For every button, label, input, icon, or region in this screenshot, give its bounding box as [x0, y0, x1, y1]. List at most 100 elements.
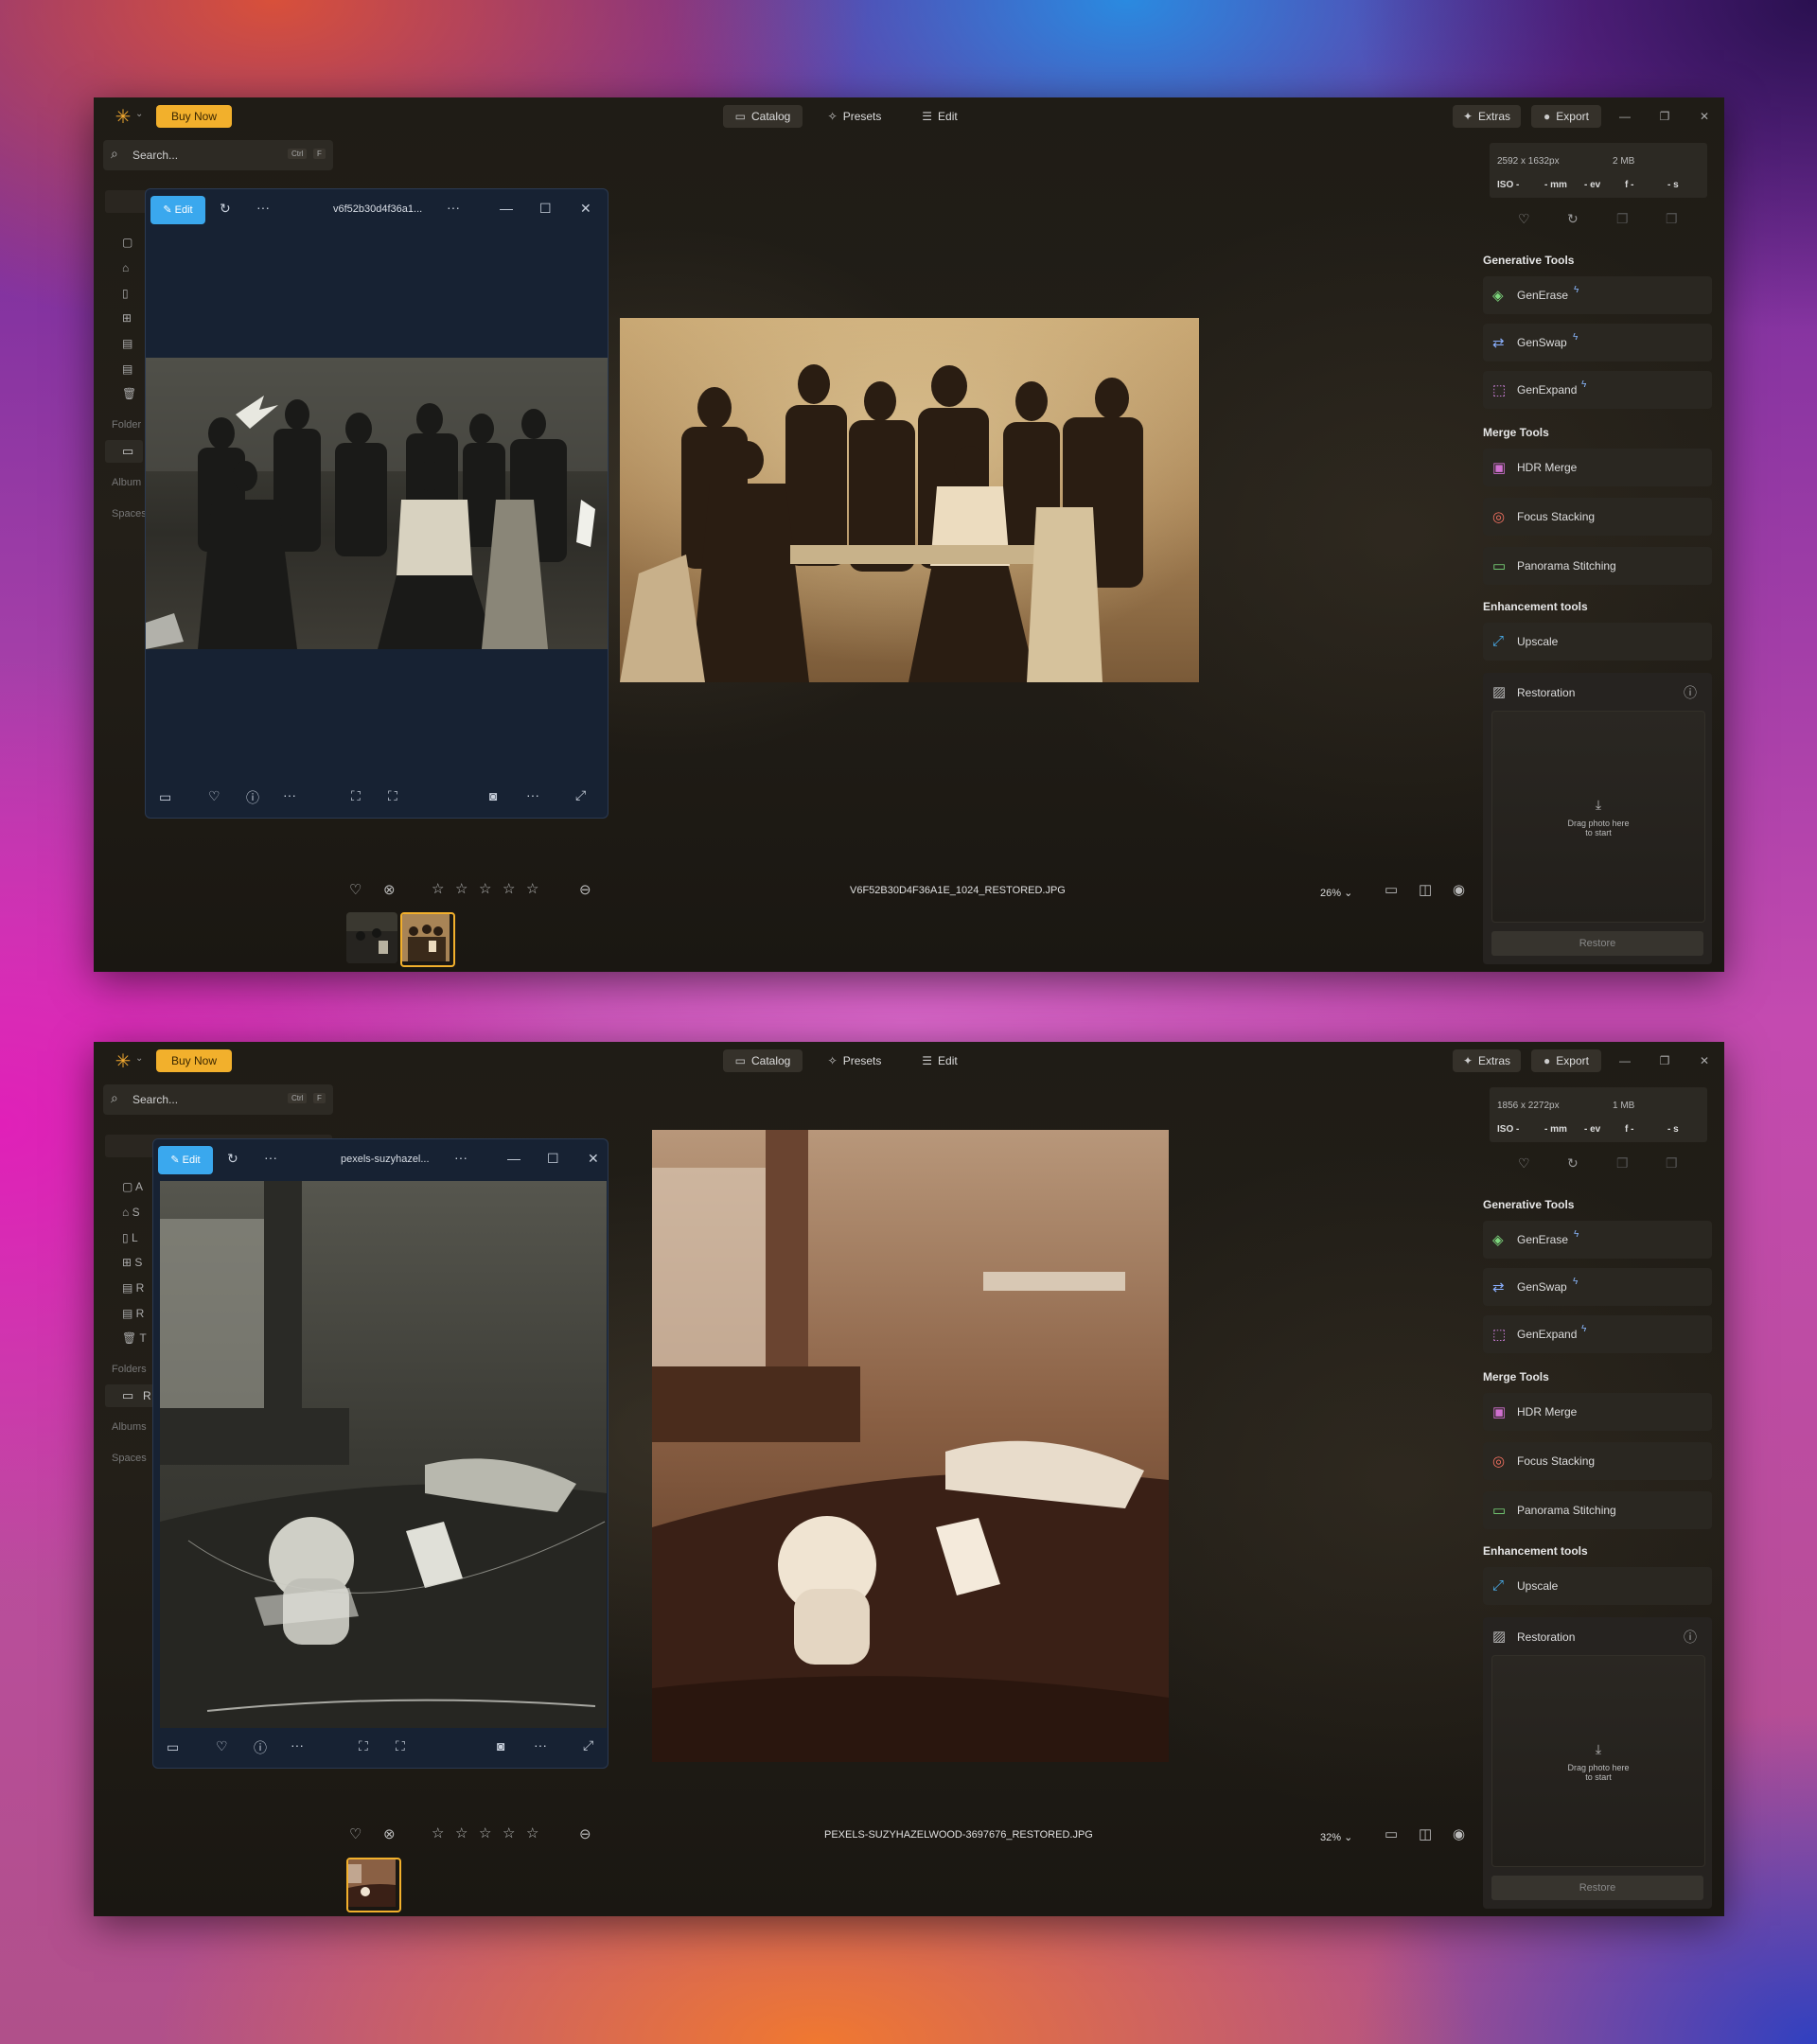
phone-icon[interactable]: ▯ [122, 287, 129, 300]
star-icon[interactable]: ☆ [479, 1824, 491, 1841]
object-scan-icon[interactable]: ⛶ [396, 1738, 405, 1754]
heart-icon[interactable]: ♡ [349, 1825, 362, 1842]
bag-icon[interactable]: ▢ A [122, 1180, 143, 1193]
chevron-down-icon[interactable]: ⌄ [135, 1053, 143, 1064]
genswap-button[interactable]: ⇄ GenSwap ϟ [1483, 1268, 1712, 1306]
hdr-merge-button[interactable]: ▣ HDR Merge [1483, 1393, 1712, 1431]
panorama-stitching-button[interactable]: ▭ Panorama Stitching [1483, 547, 1712, 585]
star-icon[interactable]: ☆ [503, 1824, 515, 1841]
face-scan-icon[interactable]: ⛶ [351, 788, 361, 804]
star-icon[interactable]: ☆ [432, 880, 444, 897]
maximize-icon[interactable]: ☐ [539, 201, 552, 217]
close-window-button[interactable]: ✕ [1690, 1049, 1719, 1072]
tab-edit[interactable]: ☰ Edit [913, 105, 966, 128]
drop-zone[interactable]: ⤓ Drag photo here to start [1491, 1655, 1705, 1867]
minimize-button[interactable]: — [1611, 1049, 1639, 1072]
close-icon[interactable]: ✕ [580, 201, 591, 217]
star-icon[interactable]: ☆ [455, 880, 467, 897]
minimize-icon[interactable]: — [500, 201, 513, 216]
heart-icon[interactable]: ♡ [1518, 211, 1530, 227]
tab-presets[interactable]: ✧ Presets [821, 1049, 888, 1072]
more-icon[interactable]: ··· [264, 1150, 277, 1165]
face-scan-icon[interactable]: ⛶ [359, 1738, 368, 1754]
zoom-dropdown[interactable]: 32% ⌄ [1320, 1831, 1352, 1843]
close-icon[interactable]: ✕ [588, 1151, 599, 1167]
object-scan-icon[interactable]: ⛶ [388, 788, 397, 804]
buy-now-button[interactable]: Buy Now [156, 105, 232, 128]
grid-icon[interactable]: ⊞ S [122, 1256, 142, 1269]
split-view-icon[interactable]: ◫ [1419, 1825, 1432, 1842]
tab-catalog[interactable]: ▭ Catalog [723, 1049, 803, 1072]
heart-icon[interactable]: ♡ [349, 881, 362, 898]
drop-zone[interactable]: ⤓ Drag photo here to start [1491, 711, 1705, 923]
stack-icon[interactable]: ❐ [1666, 1155, 1678, 1172]
star-icon[interactable]: ☆ [526, 880, 538, 897]
label-color-icon[interactable]: ⊖ [579, 1825, 591, 1842]
genexpand-button[interactable]: ⬚ GenExpand ϟ [1483, 1315, 1712, 1353]
rotate-icon[interactable]: ↻ [1567, 211, 1579, 227]
more-icon[interactable]: ··· [291, 1737, 304, 1753]
hdr-merge-button[interactable]: ▣ HDR Merge [1483, 449, 1712, 486]
more-icon[interactable]: ··· [256, 200, 270, 215]
compare-icon[interactable]: ▭ [1385, 1825, 1398, 1842]
search-input[interactable]: ⌕ Search... Ctrl F [103, 1084, 333, 1115]
copy-icon[interactable]: ❐ [1616, 1155, 1629, 1172]
phone-icon[interactable]: ▯ L [122, 1231, 138, 1244]
star-icon[interactable]: ☆ [432, 1824, 444, 1841]
star-icon[interactable]: ☆ [503, 880, 515, 897]
focus-stacking-button[interactable]: ◎ Focus Stacking [1483, 1442, 1712, 1480]
heart-icon[interactable]: ♡ [216, 1738, 228, 1754]
screenshot-icon[interactable]: ◙ [489, 788, 497, 803]
fullscreen-icon[interactable]: ⤢ [583, 1737, 593, 1753]
filmstrip-icon[interactable]: ▭ [167, 1739, 179, 1755]
thumbnail-restored[interactable] [346, 1858, 401, 1912]
label-color-icon[interactable]: ⊖ [579, 881, 591, 898]
albums-list-icon[interactable]: ▤ [122, 362, 132, 376]
zoom-dropdown[interactable]: 26% ⌄ [1320, 887, 1352, 899]
extras-button[interactable]: ✦ Extras [1453, 1049, 1521, 1072]
buy-now-button[interactable]: Buy Now [156, 1049, 232, 1072]
thumbnail-original[interactable] [346, 912, 397, 963]
more-icon[interactable]: ··· [534, 1737, 547, 1753]
restore-window-button[interactable]: ❐ [1650, 1049, 1679, 1072]
upscale-button[interactable]: ⤢ Upscale [1483, 1567, 1712, 1605]
eye-icon[interactable]: ◉ [1453, 1825, 1465, 1842]
star-icon[interactable]: ☆ [479, 880, 491, 897]
star-icon[interactable]: ☆ [526, 1824, 538, 1841]
rotate-icon[interactable]: ↻ [227, 1151, 238, 1167]
heart-icon[interactable]: ♡ [1518, 1155, 1530, 1172]
info-icon[interactable]: ⓘ [246, 788, 259, 807]
upscale-button[interactable]: ⤢ Upscale [1483, 623, 1712, 661]
info-icon[interactable]: ⓘ [1684, 683, 1697, 702]
panorama-stitching-button[interactable]: ▭ Panorama Stitching [1483, 1491, 1712, 1529]
calendar-icon[interactable]: ▤ R [122, 1281, 144, 1295]
restore-window-button[interactable]: ❐ [1650, 105, 1679, 128]
generase-button[interactable]: ◈ GenErase ϟ [1483, 1221, 1712, 1259]
compare-icon[interactable]: ▭ [1385, 881, 1398, 898]
tab-presets[interactable]: ✧ Presets [821, 105, 888, 128]
grid-icon[interactable]: ⊞ [122, 311, 132, 325]
fullscreen-icon[interactable]: ⤢ [575, 787, 586, 803]
restore-button[interactable]: Restore [1491, 931, 1703, 956]
reject-icon[interactable]: ⊗ [383, 1825, 396, 1842]
screenshot-icon[interactable]: ◙ [497, 1738, 504, 1753]
genswap-button[interactable]: ⇄ GenSwap ϟ [1483, 324, 1712, 361]
more-icon[interactable]: ··· [283, 787, 296, 802]
search-input[interactable]: ⌕ Search... Ctrl F [103, 140, 333, 170]
bag-icon[interactable]: ▢ [122, 236, 132, 249]
viewer-edit-button[interactable]: ✎ Edit [158, 1146, 213, 1174]
albums-list-icon[interactable]: ▤ R [122, 1307, 144, 1320]
minimize-icon[interactable]: — [507, 1151, 520, 1166]
sidebar-folder-item[interactable]: ▭ [105, 440, 143, 463]
graduation-cap-icon[interactable]: ⌂ [122, 261, 129, 274]
tab-edit[interactable]: ☰ Edit [913, 1049, 966, 1072]
restore-button[interactable]: Restore [1491, 1876, 1703, 1900]
reject-icon[interactable]: ⊗ [383, 881, 396, 898]
minimize-button[interactable]: — [1611, 105, 1639, 128]
rotate-icon[interactable]: ↻ [220, 201, 231, 217]
app-logo-icon[interactable]: ✳ [111, 1049, 135, 1074]
eye-icon[interactable]: ◉ [1453, 881, 1465, 898]
heart-icon[interactable]: ♡ [208, 788, 221, 804]
copy-icon[interactable]: ❐ [1616, 211, 1629, 227]
tab-catalog[interactable]: ▭ Catalog [723, 105, 803, 128]
